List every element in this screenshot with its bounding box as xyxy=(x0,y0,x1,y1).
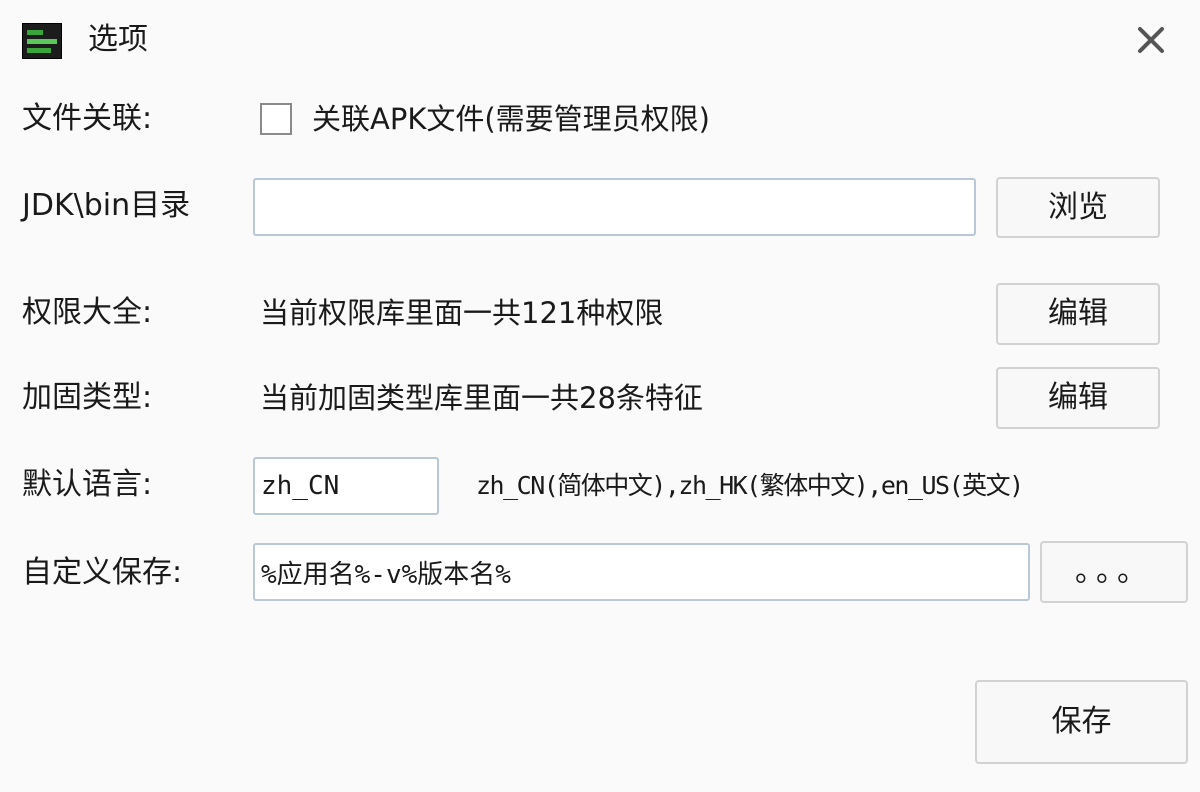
associate-apk-checkbox-label[interactable]: 关联APK文件(需要管理员权限) xyxy=(312,99,710,139)
default-language-label: 默认语言: xyxy=(22,467,153,502)
close-button[interactable] xyxy=(1126,18,1176,64)
save-button[interactable]: 保存 xyxy=(975,680,1188,764)
options-dialog: 选项 文件关联: 关联APK文件(需要管理员权限) JDK\bin目录 浏览 权… xyxy=(0,0,1200,792)
app-icon xyxy=(22,23,62,59)
default-language-input[interactable] xyxy=(253,457,439,515)
hardening-info: 当前加固类型库里面一共28条特征 xyxy=(260,381,703,415)
close-icon xyxy=(1138,27,1164,53)
permissions-info: 当前权限库里面一共121种权限 xyxy=(260,296,664,330)
hardening-label: 加固类型: xyxy=(22,380,153,415)
associate-apk-checkbox[interactable] xyxy=(260,103,292,135)
browse-button[interactable]: 浏览 xyxy=(996,177,1160,238)
custom-save-input[interactable] xyxy=(253,543,1030,601)
edit-hardening-button[interactable]: 编辑 xyxy=(996,367,1160,429)
permissions-label: 权限大全: xyxy=(22,295,153,330)
title-bar: 选项 xyxy=(0,0,1200,80)
dialog-title: 选项 xyxy=(88,22,148,57)
custom-save-more-button[interactable]: 。。。 xyxy=(1040,541,1188,603)
jdk-bin-label: JDK\bin目录 xyxy=(22,188,191,223)
edit-permissions-button[interactable]: 编辑 xyxy=(996,283,1160,345)
jdk-bin-input[interactable] xyxy=(253,178,976,236)
custom-save-label: 自定义保存: xyxy=(22,555,183,590)
language-hint: zh_CN(简体中文),zh_HK(繁体中文),en_US(英文) xyxy=(476,471,1024,500)
file-association-label: 文件关联: xyxy=(22,101,153,136)
